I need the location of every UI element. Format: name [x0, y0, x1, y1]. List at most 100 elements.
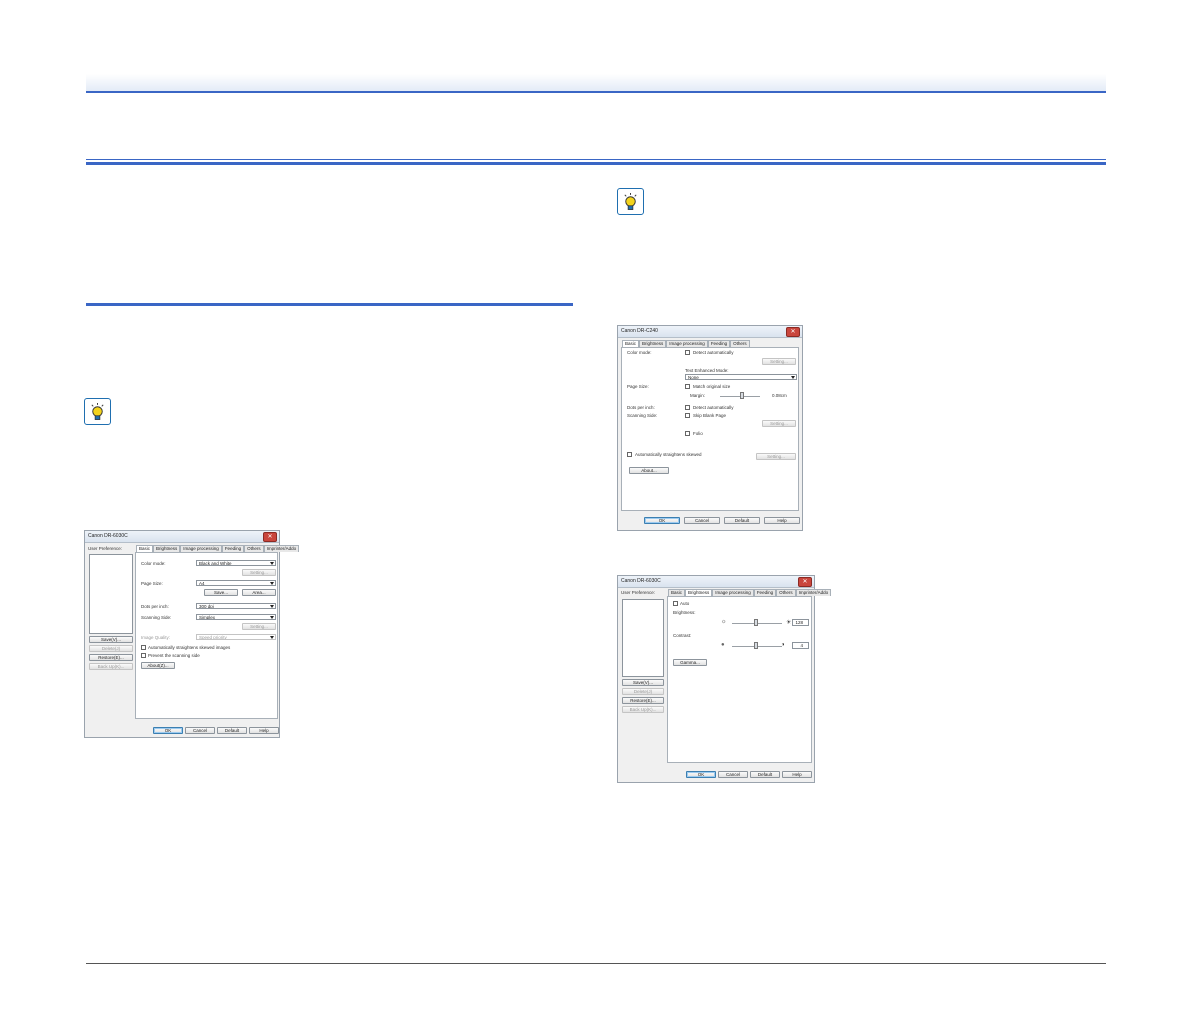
dpi-select[interactable]: 300 dpi [196, 603, 276, 609]
tab-panel-basic: Color mode: Black and White Setting... P… [135, 552, 278, 719]
color-setting-button[interactable]: Setting... [242, 569, 276, 576]
default-button[interactable]: Default [750, 771, 780, 778]
image-quality-select[interactable]: Speed priority [196, 634, 276, 640]
page-size-area-button[interactable]: Area... [242, 589, 276, 596]
tab-others[interactable]: Others [730, 340, 750, 347]
auto-straighten-checkbox[interactable] [141, 645, 146, 650]
straighten-setting-button[interactable]: Setting... [756, 453, 796, 460]
skip-blank-setting-button[interactable]: Setting... [762, 420, 796, 427]
brightness-slider-thumb[interactable] [754, 619, 758, 626]
cancel-button[interactable]: Cancel [185, 727, 215, 734]
skip-blank-label: Skip Blank Page [693, 413, 727, 418]
dpi-detect-label: Detect automatically [693, 405, 734, 410]
delete-preference-button[interactable]: Delete(J) [622, 688, 664, 695]
close-icon[interactable]: ✕ [798, 577, 812, 587]
user-preference-list[interactable] [89, 554, 133, 634]
help-button[interactable]: Help [249, 727, 279, 734]
restore-preference-button[interactable]: Restore(E)... [622, 697, 664, 704]
cancel-button[interactable]: Cancel [718, 771, 748, 778]
detect-auto-checkbox[interactable] [685, 350, 690, 355]
contrast-label: Contrast: [673, 633, 692, 638]
user-preference-label: User Preference: [88, 546, 123, 551]
title-bar: Canon DR-C240 ✕ [618, 326, 802, 338]
tab-feeding[interactable]: Feeding [753, 589, 777, 596]
user-preference-list[interactable] [622, 599, 664, 677]
tab-strip: Basic Brightness Image processing Feedin… [668, 589, 832, 596]
contrast-spinbox[interactable]: 4 [792, 642, 809, 649]
ok-button[interactable]: OK [153, 727, 183, 734]
default-button[interactable]: Default [217, 727, 247, 734]
about-button[interactable]: About... [629, 467, 669, 474]
title-bar: Canon DR-6030C ✕ [85, 531, 279, 543]
tab-imprinter[interactable]: Imprinter/Addo [795, 589, 832, 596]
tab-others[interactable]: Others [244, 545, 264, 552]
folio-checkbox[interactable] [685, 431, 690, 436]
dpi-detect-checkbox[interactable] [685, 405, 690, 410]
tab-feeding[interactable]: Feeding [221, 545, 245, 552]
restore-preference-button[interactable]: Restore(E)... [89, 654, 133, 661]
contrast-slider-thumb[interactable] [754, 642, 758, 649]
auto-straighten-checkbox[interactable] [627, 452, 632, 457]
backup-preference-button[interactable]: Back Up(K)... [622, 706, 664, 713]
color-mode-select[interactable]: Black and White [196, 560, 276, 566]
image-quality-label: Image Quality: [141, 635, 171, 640]
default-button[interactable]: Default [724, 517, 760, 524]
brightness-label: Brightness: [673, 610, 696, 615]
save-preference-button[interactable]: Save(V)... [89, 636, 133, 643]
tab-image-processing[interactable]: Image processing [666, 340, 708, 347]
tab-feeding[interactable]: Feeding [707, 340, 731, 347]
scanning-side-select[interactable]: Simplex [196, 614, 276, 620]
cancel-button[interactable]: Cancel [684, 517, 720, 524]
close-icon[interactable]: ✕ [263, 532, 277, 542]
tab-others[interactable]: Others [776, 589, 796, 596]
backup-preference-button[interactable]: Back Up(K)... [89, 663, 133, 670]
hint-icon [84, 398, 111, 425]
tab-basic[interactable]: Basic [668, 589, 686, 596]
about-button[interactable]: About(Z)... [141, 662, 175, 669]
scanning-side-setting-button[interactable]: Setting... [242, 623, 276, 630]
hint-icon [617, 188, 644, 215]
page-size-save-button[interactable]: Save... [204, 589, 238, 596]
dpi-label: Dots per inch: [627, 405, 655, 410]
page-size-label: Page Size: [627, 384, 649, 389]
match-size-checkbox[interactable] [685, 384, 690, 389]
save-preference-button[interactable]: Save(V)... [622, 679, 664, 686]
brightness-spinbox[interactable]: 128 [792, 619, 809, 626]
text-enhanced-select[interactable]: None [685, 374, 797, 380]
tab-brightness[interactable]: Brightness [685, 589, 713, 596]
section-rule-thick [86, 162, 1106, 165]
margin-slider-thumb[interactable] [740, 392, 744, 399]
contrast-high-icon: ◑ [781, 642, 785, 648]
tab-brightness[interactable]: Brightness [153, 545, 181, 552]
delete-preference-button[interactable]: Delete(J) [89, 645, 133, 652]
dialog-brightness-6030c: Canon DR-6030C ✕ User Preference: Save(V… [617, 575, 832, 783]
tab-strip: Basic Brightness Image processing Feedin… [622, 340, 750, 347]
gamma-button[interactable]: Gamma... [673, 659, 707, 666]
dialog-basic-6030c: Canon DR-6030C ✕ User Preference: Save(V… [84, 530, 300, 738]
tab-basic[interactable]: Basic [622, 340, 640, 347]
close-icon[interactable]: ✕ [786, 327, 800, 337]
tab-image-processing[interactable]: Image processing [180, 545, 222, 552]
ok-button[interactable]: OK [686, 771, 716, 778]
page-size-label: Page Size: [141, 581, 163, 586]
tab-panel-brightness: Auto Brightness: ☼ ☀ 128 Contrast: ● ◑ 4… [667, 596, 812, 763]
help-button[interactable]: Help [782, 771, 812, 778]
text-enhanced-label: Text Enhanced Mode: [685, 368, 729, 373]
skip-blank-checkbox[interactable] [685, 413, 690, 418]
tab-imprinter[interactable]: Imprinter/Addo [263, 545, 300, 552]
auto-brightness-checkbox[interactable] [673, 601, 678, 606]
tab-brightness[interactable]: Brightness [639, 340, 667, 347]
tab-basic[interactable]: Basic [136, 545, 154, 552]
ok-button[interactable]: OK [644, 517, 680, 524]
dialog-title: Canon DR-6030C [88, 533, 128, 539]
color-setting-button[interactable]: Setting... [762, 358, 796, 365]
tab-image-processing[interactable]: Image processing [712, 589, 754, 596]
footer-rule [86, 963, 1106, 964]
prevent-bleed-checkbox[interactable] [141, 653, 146, 658]
auto-straighten-label: Automatically straightens skewed images [148, 645, 231, 650]
page-size-select[interactable]: A4 [196, 580, 276, 586]
prevent-bleed-label: Prevent the scanning side [148, 653, 200, 658]
margin-value: 0.08cm [772, 393, 787, 398]
help-button[interactable]: Help [764, 517, 800, 524]
dialog-title: Canon DR-6030C [621, 578, 661, 584]
